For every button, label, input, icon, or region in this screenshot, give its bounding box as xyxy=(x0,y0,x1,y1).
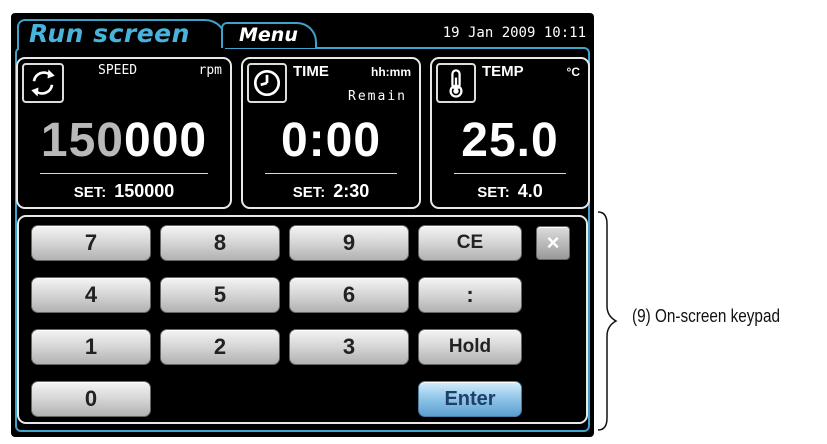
temp-label: TEMP xyxy=(482,63,524,80)
time-remain-label: Remain xyxy=(348,89,407,104)
time-set: SET: 2:30 xyxy=(292,181,370,201)
key-7[interactable]: 7 xyxy=(31,225,151,261)
keypad-annotation: (9) On-screen keypad xyxy=(632,306,780,326)
tab-menu-label: Menu xyxy=(239,24,298,46)
temp-set-value: 4.0 xyxy=(517,181,543,201)
temp-unit: °C xyxy=(566,65,580,79)
speed-set: SET: 150000 xyxy=(73,181,175,201)
key-3[interactable]: 3 xyxy=(289,329,409,365)
temp-panel: TEMP °C 25.0 SET: 4.0 xyxy=(430,57,590,209)
key-5[interactable]: 5 xyxy=(160,277,280,313)
key-1[interactable]: 1 xyxy=(31,329,151,365)
speed-value: 150000 xyxy=(40,114,208,167)
time-unit: hh:mm xyxy=(371,65,411,79)
temp-divider xyxy=(454,173,566,174)
tab-run-screen-label: Run screen xyxy=(29,19,190,48)
key-2[interactable]: 2 xyxy=(160,329,280,365)
temp-value: 25.0 xyxy=(461,114,559,167)
hold-button[interactable]: Hold xyxy=(418,329,522,365)
time-panel: TIME hh:mm Remain 0:00 SET: 2:30 xyxy=(241,57,421,209)
speed-unit: rpm xyxy=(198,63,222,78)
run-screen: Run screen Menu 19 Jan 2009 10:11 SPEED … xyxy=(11,13,594,437)
time-value: 0:00 xyxy=(280,114,382,167)
time-set-value: 2:30 xyxy=(333,181,370,201)
speed-panel: SPEED rpm 150000 SET: 150000 xyxy=(16,57,232,209)
rotation-icon xyxy=(22,63,64,103)
on-screen-keypad: 7 8 9 CE × 4 5 6 : 1 2 3 Hold 0 Enter xyxy=(17,215,588,424)
clear-entry-button[interactable]: CE xyxy=(418,225,522,261)
key-6[interactable]: 6 xyxy=(289,277,409,313)
speed-divider xyxy=(40,173,208,174)
key-4[interactable]: 4 xyxy=(31,277,151,313)
brace-bracket xyxy=(597,211,618,431)
time-label: TIME xyxy=(293,63,329,80)
temp-set: SET: 4.0 xyxy=(477,181,543,201)
key-9[interactable]: 9 xyxy=(289,225,409,261)
colon-key[interactable]: : xyxy=(418,277,522,313)
time-divider xyxy=(265,173,397,174)
tab-menu[interactable]: Menu xyxy=(221,22,317,48)
thermometer-icon xyxy=(436,63,476,103)
close-icon[interactable]: × xyxy=(536,226,570,260)
key-8[interactable]: 8 xyxy=(160,225,280,261)
speed-set-value: 150000 xyxy=(114,181,175,201)
tab-run-screen[interactable]: Run screen xyxy=(17,19,227,49)
speed-label: SPEED xyxy=(98,63,138,78)
clock-icon xyxy=(247,63,287,103)
key-0[interactable]: 0 xyxy=(31,381,151,417)
enter-button[interactable]: Enter xyxy=(418,381,522,417)
datetime: 19 Jan 2009 10:11 xyxy=(442,25,586,41)
